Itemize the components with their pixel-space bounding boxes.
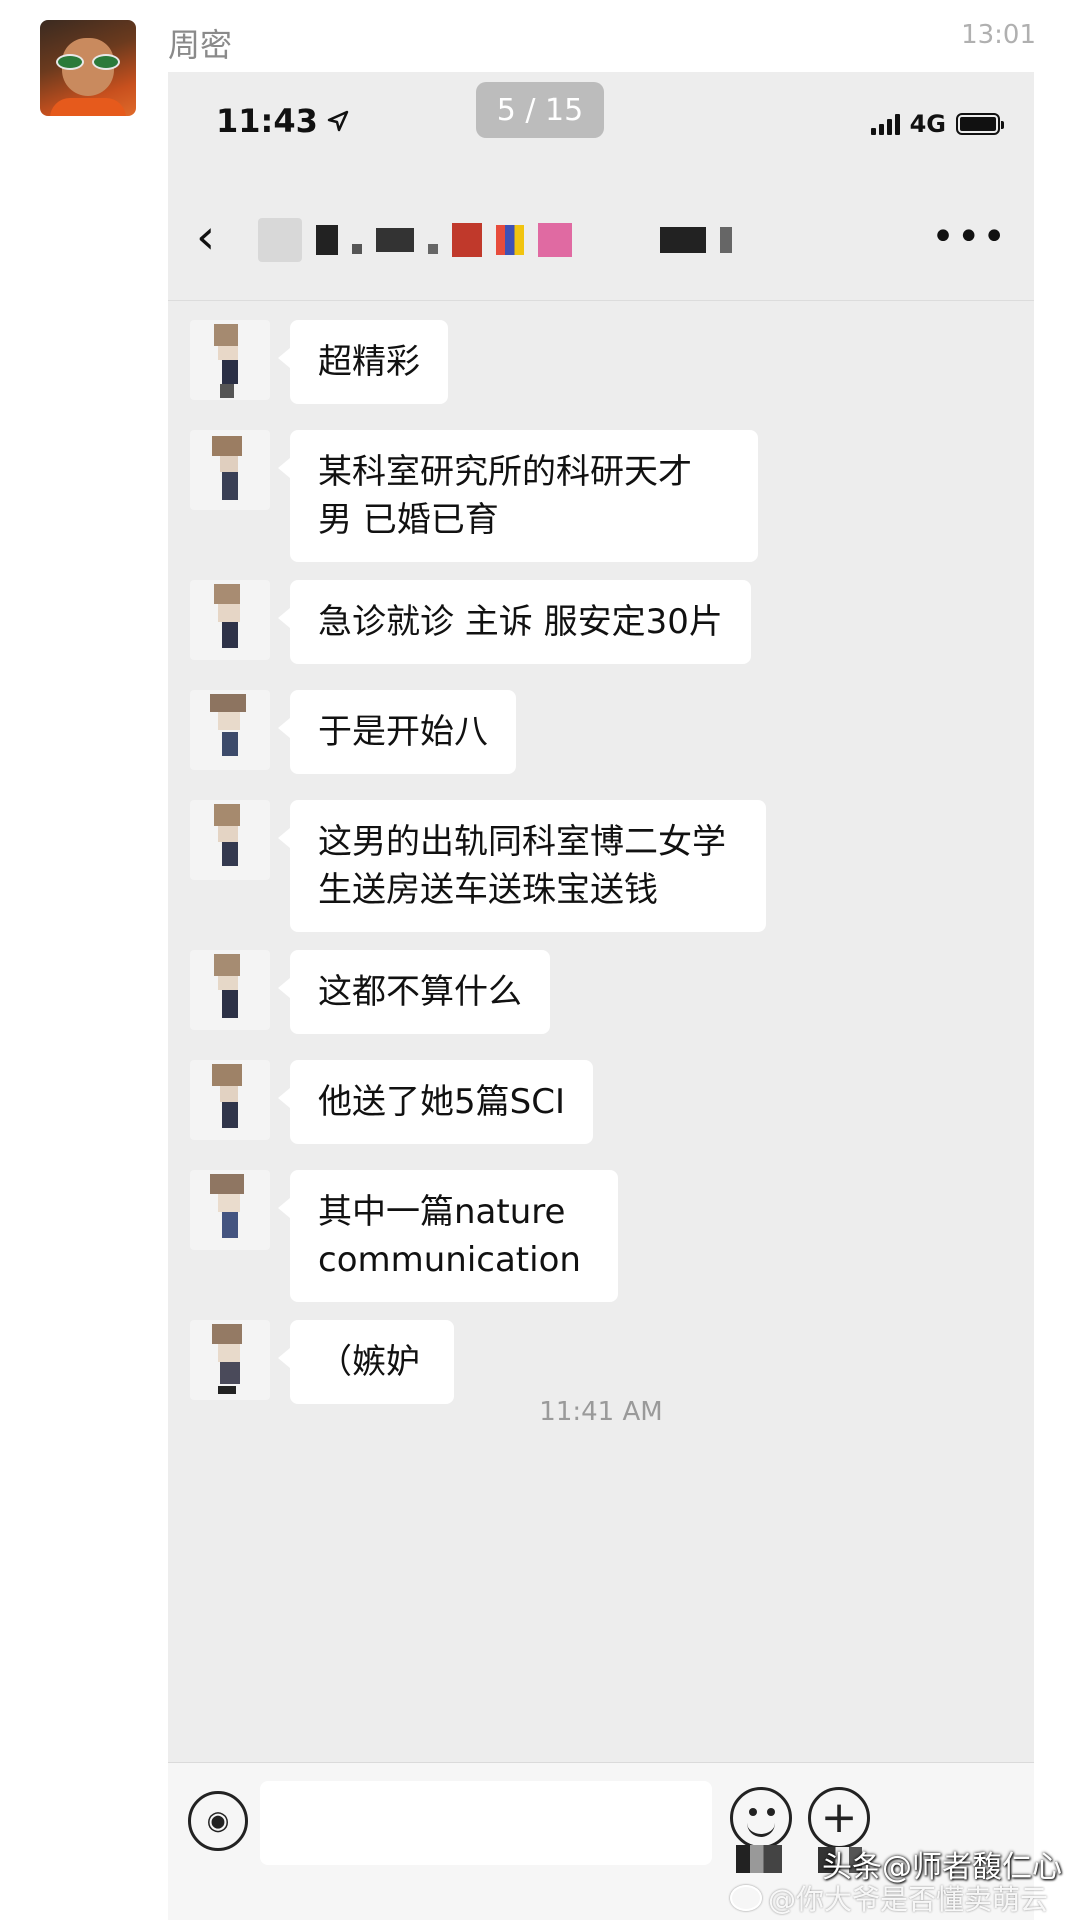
network-label: 4G: [909, 110, 946, 138]
author-name[interactable]: 周密: [168, 20, 232, 66]
message-item: 急诊就诊 主诉 服安定30片: [190, 580, 751, 664]
sender-avatar[interactable]: [190, 1060, 270, 1140]
status-time: 11:43: [216, 102, 318, 140]
message-bubble[interactable]: 这男的出轨同科室博二女学生送房送车送珠宝送钱: [278, 800, 766, 932]
message-item: 超精彩: [190, 320, 448, 404]
sender-avatar[interactable]: [190, 950, 270, 1030]
message-bubble[interactable]: 某科室研究所的科研天才 男 已婚已育: [278, 430, 758, 562]
signal-icon: [870, 113, 900, 135]
message-bubble[interactable]: 于是开始八: [278, 690, 516, 774]
message-item: 某科室研究所的科研天才 男 已婚已育: [190, 430, 758, 562]
chat-timestamp: 11:41 AM: [539, 1397, 663, 1427]
message-item: 这男的出轨同科室博二女学生送房送车送珠宝送钱: [190, 800, 766, 932]
message-item: （嫉妒: [190, 1320, 454, 1404]
sender-avatar[interactable]: [190, 430, 270, 510]
author-avatar[interactable]: [40, 20, 136, 116]
avatar-glasses: [56, 54, 120, 70]
page-counter: 5 / 15: [476, 82, 604, 138]
message-bubble[interactable]: 超精彩: [278, 320, 448, 404]
mosaic-block: [736, 1845, 782, 1873]
emoji-icon[interactable]: [730, 1787, 792, 1849]
message-bubble[interactable]: 他送了她5篇SCI: [278, 1060, 593, 1144]
voice-icon[interactable]: ◉: [188, 1791, 248, 1851]
battery-icon: [956, 113, 1004, 135]
chat-nav-bar: ‹ •••: [168, 182, 1034, 301]
status-time-group: 11:43: [216, 102, 350, 140]
message-bubble[interactable]: 急诊就诊 主诉 服安定30片: [278, 580, 751, 664]
sender-avatar[interactable]: [190, 1170, 270, 1250]
message-input[interactable]: [260, 1781, 712, 1865]
sender-avatar[interactable]: [190, 800, 270, 880]
more-icon[interactable]: •••: [931, 217, 1008, 257]
message-bubble[interactable]: （嫉妒: [278, 1320, 454, 1404]
watermark-primary: 头条@师者馥仁心: [822, 1850, 1062, 1885]
status-indicators: 4G: [870, 110, 1004, 138]
sender-avatar[interactable]: [190, 1320, 270, 1400]
weibo-icon: [730, 1885, 762, 1911]
avatar-shirt: [50, 98, 126, 116]
back-icon[interactable]: ‹: [196, 212, 236, 262]
location-arrow-icon: [327, 110, 349, 132]
message-item: 其中一篇nature communication: [190, 1170, 618, 1302]
message-item: 于是开始八: [190, 690, 516, 774]
sender-avatar[interactable]: [190, 580, 270, 660]
message-item: 这都不算什么: [190, 950, 550, 1034]
blurred-chat-title: [258, 218, 818, 262]
message-bubble[interactable]: 这都不算什么: [278, 950, 550, 1034]
plus-icon[interactable]: +: [808, 1787, 870, 1849]
post-time: 13:01: [961, 20, 1036, 50]
message-item: 他送了她5篇SCI: [190, 1060, 593, 1144]
sender-avatar[interactable]: [190, 320, 270, 400]
sender-avatar[interactable]: [190, 690, 270, 770]
message-bubble[interactable]: 其中一篇nature communication: [278, 1170, 618, 1302]
chat-screenshot: 11:43 4G 5 / 15 ‹ ••• 超精彩 某科室研究所的科研天才 男 …: [168, 72, 1034, 1920]
